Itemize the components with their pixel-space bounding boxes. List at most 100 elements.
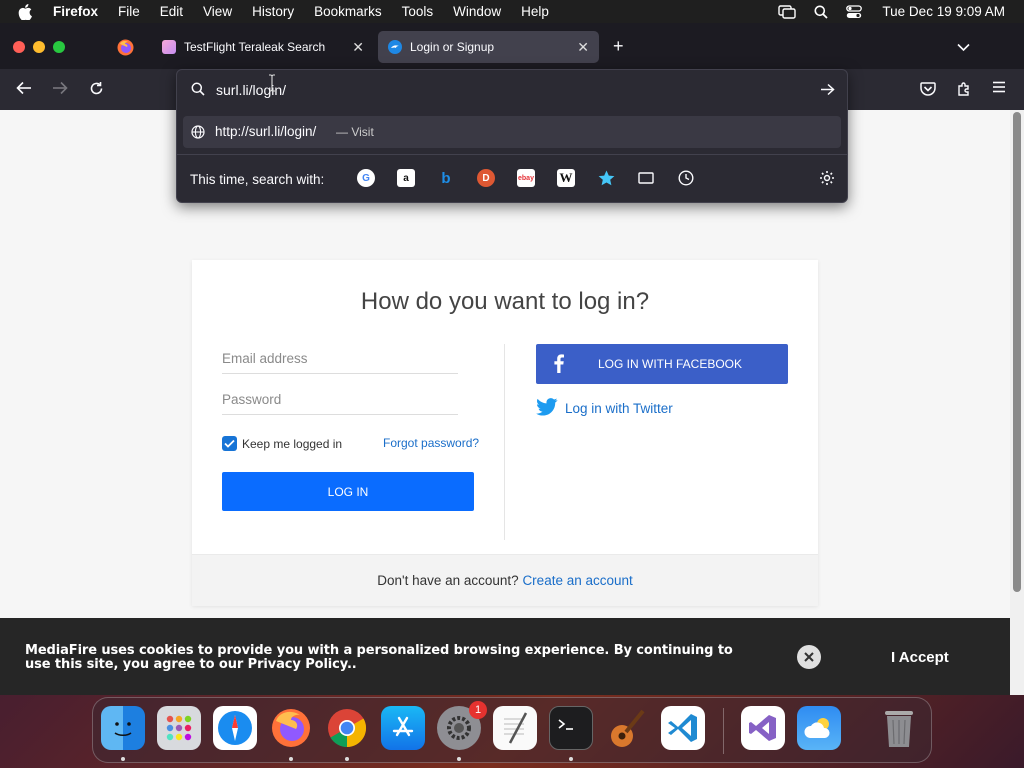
launchpad-icon[interactable] [157, 706, 201, 750]
tab-title: TestFlight Teraleak Search [184, 40, 326, 54]
cookie-close-icon[interactable] [797, 645, 821, 669]
history-clock-icon[interactable] [677, 169, 695, 187]
menu-tools[interactable]: Tools [402, 4, 434, 19]
running-indicator [457, 757, 461, 761]
menubar-clock[interactable]: Tue Dec 19 9:09 AM [882, 4, 1005, 19]
visual-studio-icon[interactable] [741, 706, 785, 750]
menu-window[interactable]: Window [453, 4, 501, 19]
create-account-link[interactable]: Create an account [522, 573, 632, 588]
tab-close-icon[interactable]: ✕ [352, 39, 364, 56]
search-with-label: This time, search with: [190, 172, 325, 187]
browser-tab-bar: TestFlight Teraleak Search ✕ Login or Si… [0, 23, 1024, 69]
menu-app-name[interactable]: Firefox [53, 4, 98, 19]
testflight-favicon-icon [162, 40, 176, 54]
menu-help[interactable]: Help [521, 4, 549, 19]
tabs-icon[interactable] [637, 169, 655, 187]
url-dropdown-panel: surl.li/login/ http://surl.li/login/ — V… [176, 69, 848, 203]
safari-icon[interactable] [213, 706, 257, 750]
spotlight-search-icon[interactable] [814, 5, 829, 19]
menu-edit[interactable]: Edit [160, 4, 183, 19]
trash-icon[interactable] [877, 706, 921, 750]
notification-badge: 1 [469, 701, 487, 719]
menu-bookmarks[interactable]: Bookmarks [314, 4, 382, 19]
macos-dock: 1 [92, 697, 932, 763]
twitter-login-link[interactable]: Log in with Twitter [536, 398, 673, 419]
firefox-view-icon[interactable] [117, 39, 134, 61]
window-minimize-button[interactable] [33, 41, 45, 53]
reload-icon[interactable] [89, 81, 104, 96]
running-indicator [289, 757, 293, 761]
facebook-button-label: LOG IN WITH FACEBOOK [598, 357, 743, 371]
signup-footer: Don't have an account? Create an account [192, 554, 818, 606]
macos-menubar: Firefox File Edit View History Bookmarks… [0, 0, 1024, 23]
tab-login-signup[interactable]: Login or Signup ✕ [378, 31, 599, 63]
page-scrollbar[interactable] [1010, 110, 1024, 695]
scrollbar-thumb[interactable] [1013, 112, 1021, 592]
keep-logged-in-label: Keep me logged in [242, 436, 343, 451]
running-indicator [345, 757, 349, 761]
facebook-login-button[interactable]: LOG IN WITH FACEBOOK [536, 344, 788, 384]
divider [177, 154, 847, 155]
hamburger-menu-icon[interactable] [992, 81, 1006, 93]
textedit-icon[interactable] [493, 706, 537, 750]
menu-history[interactable]: History [252, 4, 294, 19]
new-tab-plus-icon[interactable]: + [613, 36, 624, 57]
ebay-engine-icon[interactable]: ebay [517, 169, 535, 187]
suggestion-action: — Visit [336, 125, 374, 139]
go-arrow-icon[interactable] [820, 83, 835, 101]
wikipedia-engine-icon[interactable]: W [557, 169, 575, 187]
menu-file[interactable]: File [118, 4, 140, 19]
finder-icon[interactable] [101, 706, 145, 750]
back-arrow-icon[interactable] [16, 81, 32, 95]
bookmarks-star-icon[interactable] [597, 169, 615, 187]
window-close-button[interactable] [13, 41, 25, 53]
password-field[interactable]: Password [222, 392, 458, 415]
running-indicator [569, 757, 573, 761]
globe-icon [191, 125, 205, 144]
keep-logged-in-checkbox[interactable]: Keep me logged in [222, 436, 342, 451]
terminal-icon[interactable] [549, 706, 593, 750]
chrome-icon[interactable] [325, 706, 369, 750]
twitter-link-label: Log in with Twitter [565, 401, 673, 416]
bing-engine-icon[interactable]: b [437, 169, 455, 187]
control-center-icon[interactable] [846, 4, 863, 19]
extensions-puzzle-icon[interactable] [956, 81, 972, 97]
running-indicator [121, 757, 125, 761]
firefox-dock-icon[interactable] [269, 706, 313, 750]
forward-arrow-icon[interactable] [52, 81, 68, 95]
google-engine-icon[interactable]: G [357, 169, 375, 187]
window-zoom-button[interactable] [53, 41, 65, 53]
url-suggestion-row[interactable]: http://surl.li/login/ — Visit [183, 116, 841, 148]
tab-close-icon[interactable]: ✕ [577, 39, 589, 56]
screen-mirroring-icon[interactable] [778, 4, 797, 19]
menu-view[interactable]: View [203, 4, 232, 19]
tab-testflight[interactable]: TestFlight Teraleak Search ✕ [152, 31, 374, 63]
apple-icon[interactable] [18, 3, 34, 20]
login-button[interactable]: LOG IN [222, 472, 474, 511]
weather-icon[interactable] [797, 706, 841, 750]
suggestion-url: http://surl.li/login/ [215, 124, 317, 139]
login-card: How do you want to log in? Email address… [192, 260, 818, 606]
tab-title: Login or Signup [410, 40, 495, 54]
url-bar[interactable]: surl.li/login/ [177, 70, 847, 110]
pocket-icon[interactable] [920, 81, 936, 96]
app-store-icon[interactable] [381, 706, 425, 750]
divider [504, 344, 505, 540]
twitter-bird-icon [536, 398, 558, 419]
mediafire-favicon-icon [388, 40, 402, 54]
checkbox-checked-icon[interactable] [222, 436, 237, 451]
email-field[interactable]: Email address [222, 351, 458, 374]
amazon-engine-icon[interactable]: a [397, 169, 415, 187]
cookie-banner: MediaFire uses cookies to provide you wi… [0, 618, 1010, 695]
search-settings-gear-icon[interactable] [818, 169, 836, 187]
list-all-tabs-chevron-down-icon[interactable] [957, 39, 970, 57]
page-title: How do you want to log in? [360, 288, 650, 315]
garageband-guitar-icon[interactable] [605, 706, 649, 750]
cookie-message: MediaFire uses cookies to provide you wi… [25, 643, 733, 672]
text-cursor-icon [267, 74, 277, 97]
vscode-icon[interactable] [661, 706, 705, 750]
forgot-password-link[interactable]: Forgot password? [383, 436, 479, 450]
accept-cookies-button[interactable]: I Accept [891, 649, 949, 666]
duckduckgo-engine-icon[interactable]: D [477, 169, 495, 187]
signup-prompt: Don't have an account? [377, 573, 519, 588]
